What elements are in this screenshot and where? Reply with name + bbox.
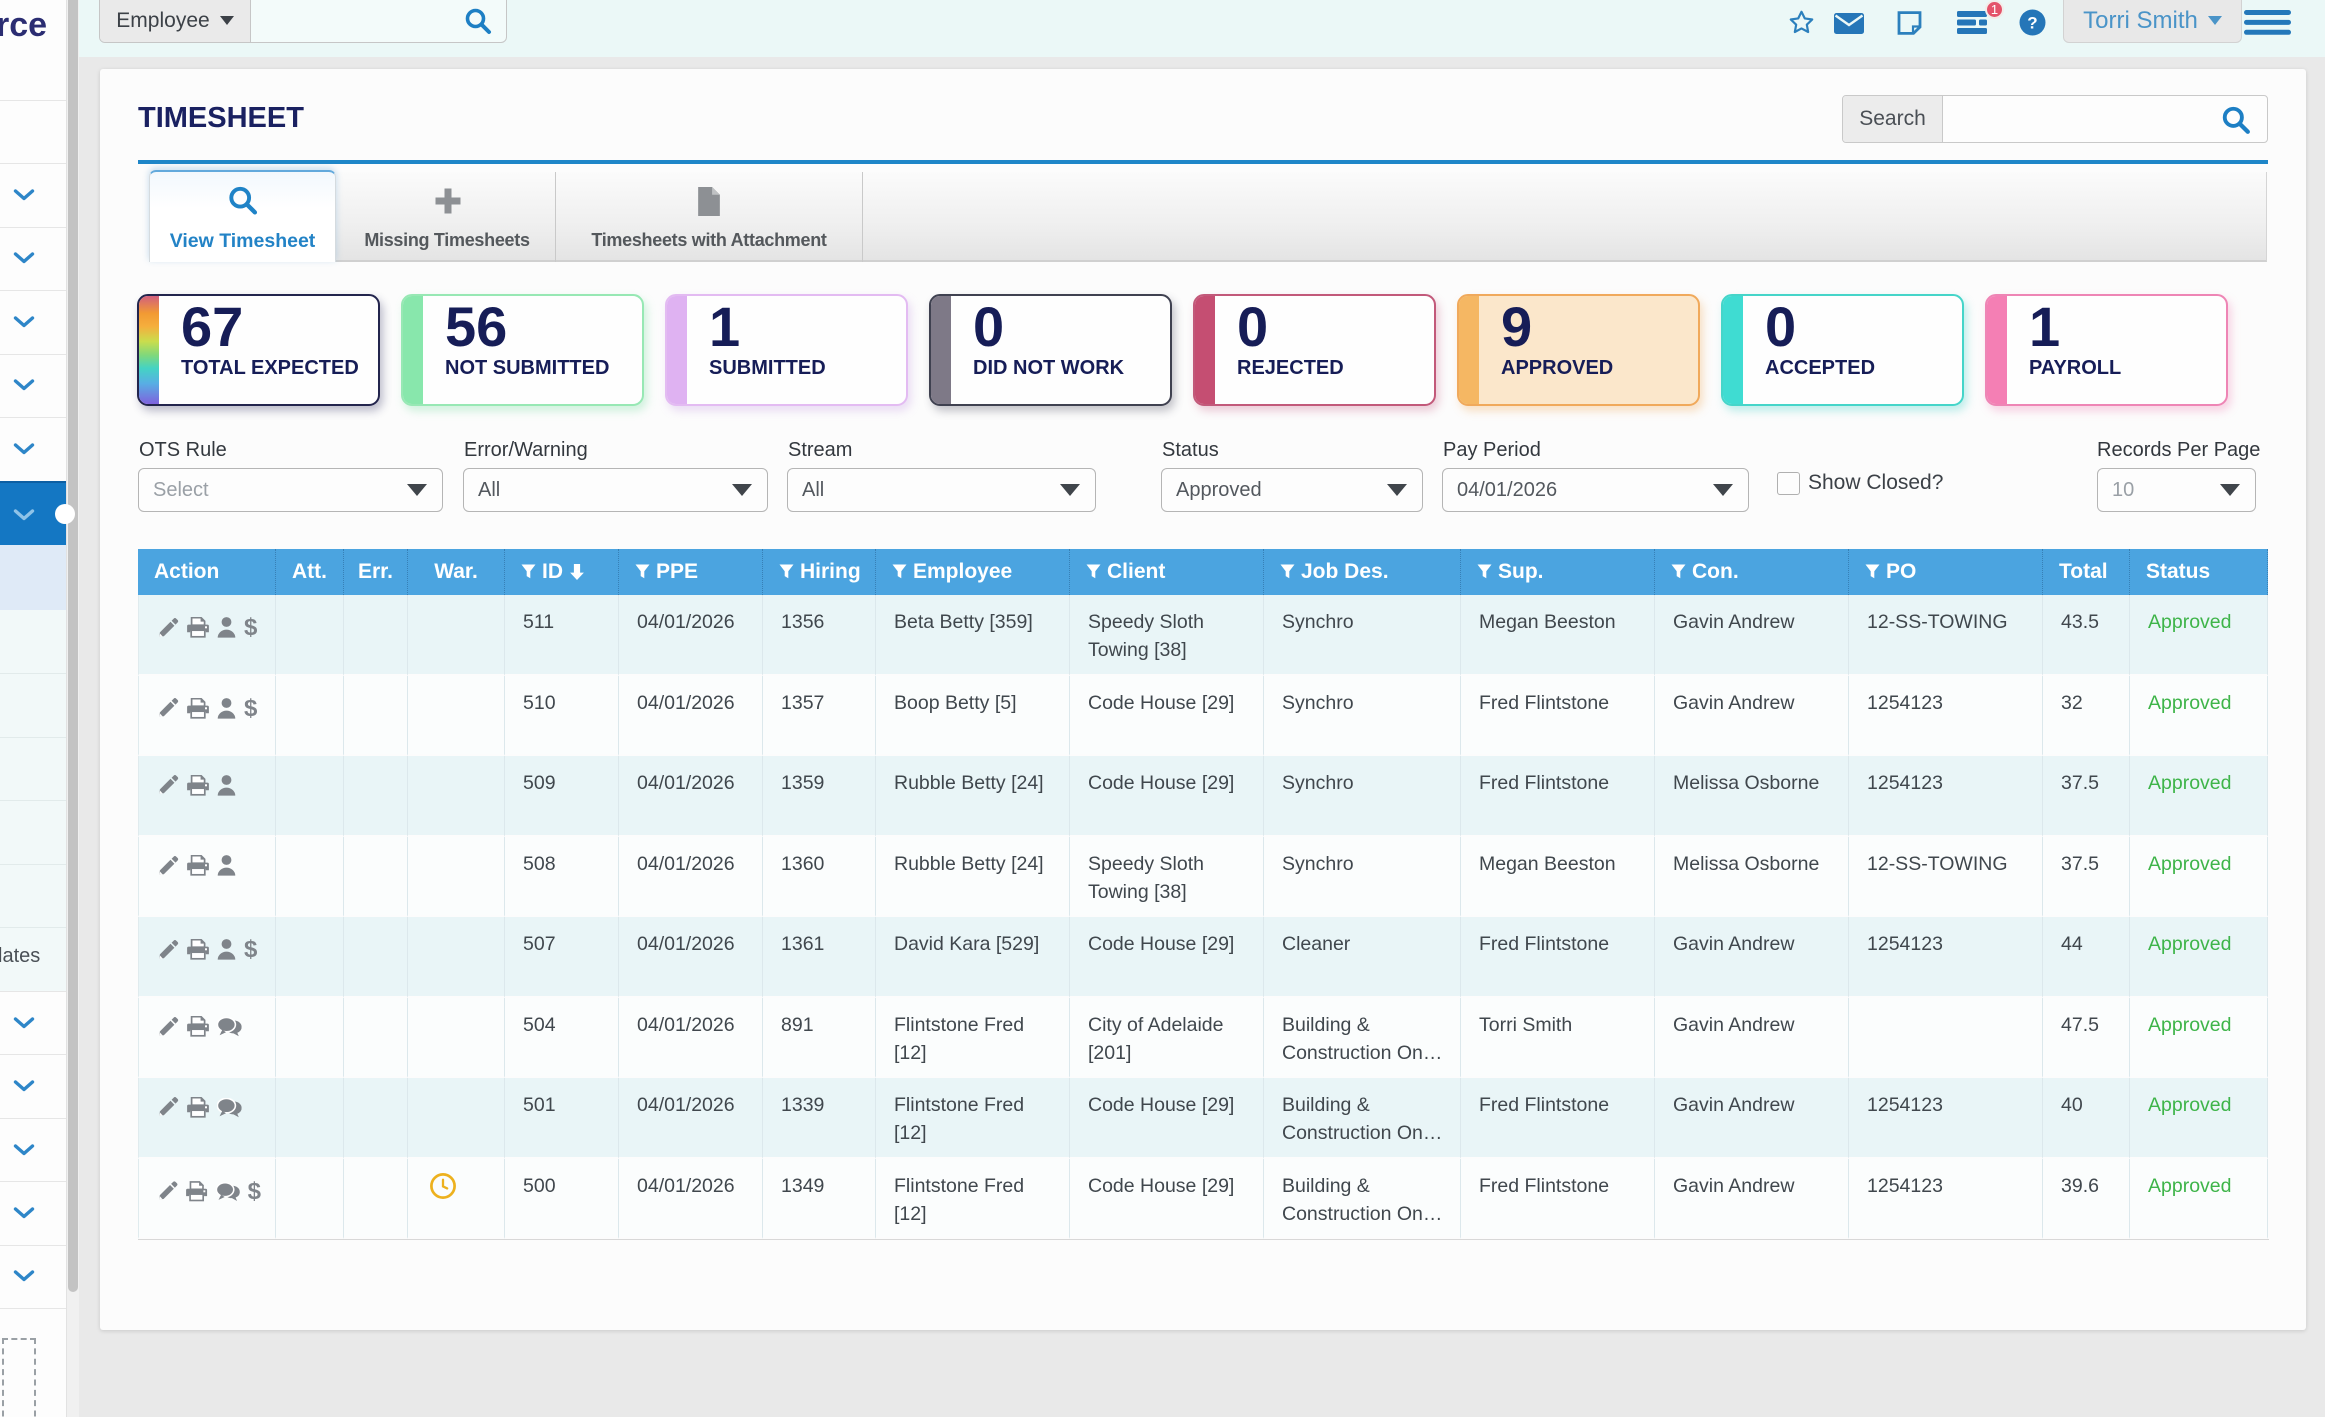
svg-text:?: ? xyxy=(2027,14,2037,33)
